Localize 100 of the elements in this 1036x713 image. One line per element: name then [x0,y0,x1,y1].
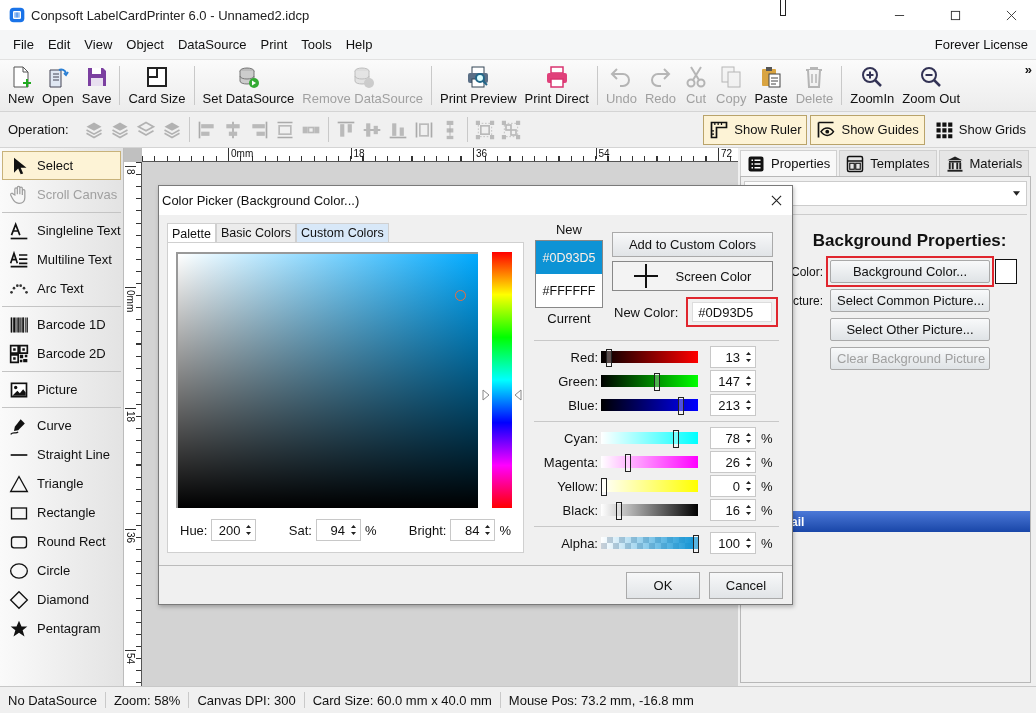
dialog-tab[interactable]: Custom Colors [296,223,389,242]
tool-item[interactable]: Straight Line [2,440,121,469]
slider-thumb[interactable] [601,478,607,496]
spin-box[interactable]: 0 [710,475,756,497]
screen-color-button[interactable]: Screen Color [612,261,773,291]
tool-item[interactable]: Barcode 1D [2,310,121,339]
slider-label: Yellow: [556,478,598,494]
tool-item[interactable]: Picture [2,375,121,404]
add-custom-color-button[interactable]: Add to Custom Colors [612,232,773,257]
tool-item[interactable]: Arc Text [2,274,121,303]
toolbar-button[interactable]: ZoomIn [846,63,899,108]
hex-input[interactable]: #0D93D5 [692,302,773,322]
dialog-button[interactable]: Cancel [709,571,783,599]
dialog-tab[interactable]: Basic Colors [215,223,297,242]
panel-button[interactable]: Background Color... [830,260,990,283]
menu-item[interactable]: View [77,37,120,52]
spinner-arrows-icon [745,399,752,411]
spinner-arrows-icon [745,456,752,468]
unit-label: % [761,430,773,446]
hue-strip[interactable] [482,252,522,508]
toolbar-button[interactable]: Card Size [124,63,190,108]
tool-item[interactable]: Circle [2,556,121,585]
tool-label: Rectangle [37,505,96,520]
menu-item[interactable]: Help [338,37,380,52]
tool-item[interactable]: Multiline Text [2,245,121,274]
field-label: Sat: [288,522,312,538]
toggle-button[interactable]: Show Ruler [703,114,808,145]
menu-item[interactable]: Tools [294,37,339,52]
menu-item[interactable]: DataSource [170,37,254,52]
toggle-button[interactable]: Show Guides [810,114,925,145]
spin-box[interactable]: 16 [710,499,756,521]
close-icon[interactable] [1006,9,1017,21]
tab-label: Templates [870,156,930,171]
slider-thumb[interactable] [615,502,622,520]
spin-box[interactable]: 213 [710,394,756,416]
field-label: cture: [793,293,823,308]
tool-item[interactable]: Round Rect [2,527,121,556]
field-label: New Color: [614,304,679,320]
slider-thumb[interactable] [605,349,612,367]
menu-item[interactable]: File [6,37,41,52]
slider-thumb[interactable] [693,535,699,553]
tool-item[interactable]: Select [2,151,121,180]
spin-box[interactable]: 13 [710,346,756,368]
menu-item[interactable]: Object [119,37,171,52]
ruler-label: 0mm [125,287,136,313]
tool-item[interactable]: Curve [2,411,121,440]
menu-item[interactable]: Edit [40,37,78,52]
preview-label: Current [547,311,591,326]
hue-thumb-icon[interactable] [482,389,522,402]
dialog-tab[interactable]: Palette [167,223,216,242]
preview-label: New [556,222,582,237]
more-button[interactable]: » [1024,62,1032,77]
toolbar-button[interactable]: Set DataSource [198,63,299,108]
crosshair-icon [633,264,658,288]
diamond-icon [9,589,29,610]
panel-button[interactable]: Select Common Picture... [830,289,990,312]
saturation-brightness-area[interactable] [176,252,478,508]
menu-item[interactable]: Print [253,37,295,52]
spin-box[interactable]: 84 [450,519,496,541]
spin-box[interactable]: 100 [710,532,756,554]
tool-item[interactable]: Singleline Text [2,216,121,245]
slider-thumb[interactable] [624,454,631,472]
maximize-icon[interactable] [950,9,961,21]
toolbar-button[interactable]: Print Preview [436,63,521,108]
toolbar-button[interactable]: Print Direct [520,63,593,108]
status-item: Card Size: 60.0 mm x 40.0 mm [311,692,493,708]
panel-tab[interactable]: Materials [938,150,1030,176]
toggle-button[interactable]: Show Grids [927,114,1032,145]
spin-box[interactable]: 200 [211,519,257,541]
slider-thumb[interactable] [654,373,661,391]
tool-item[interactable]: Barcode 2D [2,339,121,368]
tool-item[interactable]: Diamond [2,585,121,614]
spin-box[interactable]: 94 [315,519,361,541]
dialog-button[interactable]: OK [626,571,700,599]
slider-thumb[interactable] [672,430,679,448]
ruler-label: 72 [718,148,733,159]
print-preview-icon [466,65,491,89]
spin-box[interactable]: 78 [710,427,756,449]
toolbar-button[interactable]: New [4,63,38,108]
tool-item[interactable]: Triangle [2,469,121,498]
database-icon [236,65,261,89]
toolbar-button[interactable]: Save [77,63,116,108]
thumbnail-preview [780,0,786,16]
tool-item[interactable]: Pentagram [2,614,121,643]
panel-button[interactable]: Select Other Picture... [830,318,990,341]
slider-thumb[interactable] [678,397,685,415]
toolbar-button[interactable]: Zoom Out [898,63,965,108]
color-swatch[interactable] [995,259,1017,284]
app-icon [9,7,25,23]
panel-tab[interactable]: Templates [839,150,937,176]
panel-tab[interactable]: Properties [740,150,838,176]
toolbar-button[interactable]: Open [38,63,78,108]
ruler-label: 54 [125,650,136,665]
spin-box[interactable]: 147 [710,370,756,392]
spin-box[interactable]: 26 [710,451,756,473]
tool-item[interactable]: Rectangle [2,498,121,527]
close-icon[interactable] [771,195,782,206]
toolbar-button[interactable]: Paste [750,63,792,108]
tool-label: Triangle [37,476,84,491]
operation-label: Operation: [8,122,69,137]
